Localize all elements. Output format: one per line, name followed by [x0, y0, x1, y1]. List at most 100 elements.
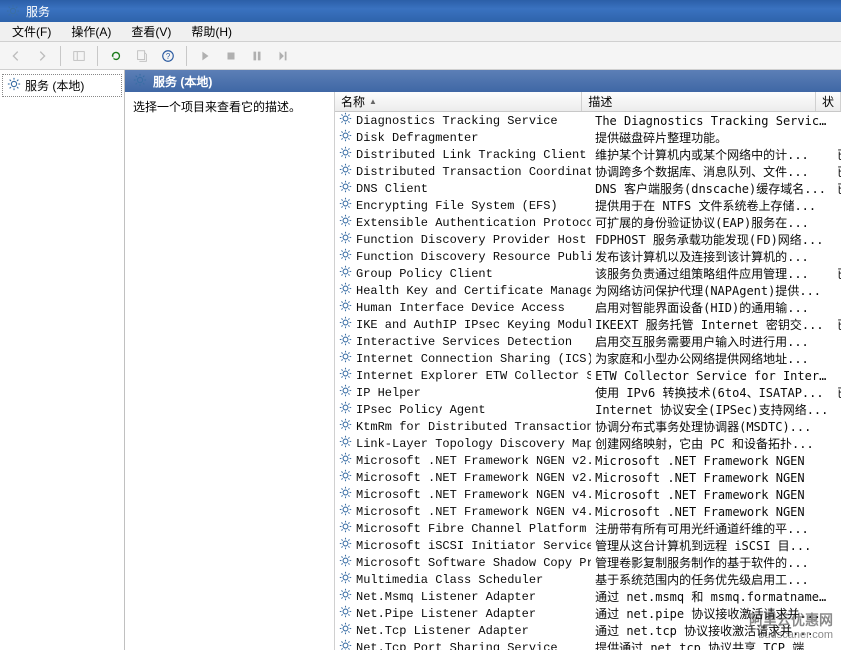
service-row[interactable]: Disk Defragmenter提供磁盘碎片整理功能。 [335, 129, 841, 146]
service-row[interactable]: Function Discovery Provider HostFDPHOST … [335, 231, 841, 248]
service-name: Microsoft .NET Framework NGEN v2.0.50... [356, 471, 591, 485]
service-row[interactable]: Distributed Link Tracking Client维护某个计算机内… [335, 146, 841, 163]
service-name: Diagnostics Tracking Service [356, 114, 558, 128]
service-name: IPsec Policy Agent [356, 403, 486, 417]
split-panes: 选择一个项目来查看它的描述。 名称 ▲ 描述 状 Diagnostics Tra… [125, 92, 841, 650]
service-name: Microsoft Software Shadow Copy Provider [356, 556, 591, 570]
gear-icon [339, 316, 352, 333]
list-pane[interactable]: 名称 ▲ 描述 状 Diagnostics Tracking ServiceTh… [335, 92, 841, 650]
service-row[interactable]: Microsoft Fibre Channel Platform Regi...… [335, 520, 841, 537]
gear-icon [339, 554, 352, 571]
service-row[interactable]: IPsec Policy AgentInternet 协议安全(IPSec)支持… [335, 401, 841, 418]
restart-button [271, 45, 295, 67]
service-status: 已 [833, 316, 841, 333]
service-row[interactable]: KtmRm for Distributed Transaction Coo...… [335, 418, 841, 435]
service-row[interactable]: Net.Msmq Listener Adapter通过 net.msmq 和 m… [335, 588, 841, 605]
service-row[interactable]: Encrypting File System (EFS)提供用于在 NTFS 文… [335, 197, 841, 214]
gear-icon [339, 214, 352, 231]
gear-icon [339, 333, 352, 350]
service-name: IP Helper [356, 386, 421, 400]
menu-file[interactable]: 文件(F) [4, 21, 59, 42]
body-area: 服务 (本地) 服务 (本地) 选择一个项目来查看它的描述。 名称 ▲ 描述 [0, 70, 841, 650]
service-name: Net.Pipe Listener Adapter [356, 607, 536, 621]
service-row[interactable]: Microsoft .NET Framework NGEN v4.0.30...… [335, 503, 841, 520]
gear-icon [339, 384, 352, 401]
service-row[interactable]: IP Helper使用 IPv6 转换技术(6to4、ISATAP...已 [335, 384, 841, 401]
gear-icon [339, 571, 352, 588]
service-row[interactable]: Group Policy Client该服务负责通过组策略组件应用管理...已 [335, 265, 841, 282]
back-button [4, 45, 28, 67]
service-name: Disk Defragmenter [356, 131, 478, 145]
column-header-status[interactable]: 状 [816, 92, 841, 111]
service-name: Internet Connection Sharing (ICS) [356, 352, 591, 366]
service-row[interactable]: Multimedia Class Scheduler 基于系统范围内的任务优先级启… [335, 571, 841, 588]
service-desc: 通过 net.msmq 和 msmq.formatname... [591, 588, 833, 605]
service-row[interactable]: Microsoft .NET Framework NGEN v4.0.30...… [335, 486, 841, 503]
service-desc: 提供用于在 NTFS 文件系统卷上存储... [591, 197, 833, 214]
service-desc: Microsoft .NET Framework NGEN [591, 488, 833, 502]
gear-icon [339, 180, 352, 197]
gear-icon [339, 418, 352, 435]
service-name: Extensible Authentication Protocol [356, 216, 591, 230]
service-row[interactable]: Link-Layer Topology Discovery Mapper创建网络… [335, 435, 841, 452]
service-desc: 通过 net.tcp 协议接收激活请求并... [591, 622, 833, 639]
service-row[interactable]: Internet Connection Sharing (ICS)为家庭和小型办… [335, 350, 841, 367]
start-button [193, 45, 217, 67]
service-desc: Microsoft .NET Framework NGEN [591, 505, 833, 519]
service-name: Interactive Services Detection [356, 335, 572, 349]
service-row[interactable]: Microsoft .NET Framework NGEN v2.0.50...… [335, 452, 841, 469]
service-row[interactable]: Extensible Authentication Protocol可扩展的身份… [335, 214, 841, 231]
service-name: Microsoft .NET Framework NGEN v4.0.30... [356, 505, 591, 519]
service-row[interactable]: Net.Pipe Listener Adapter通过 net.pipe 协议接… [335, 605, 841, 622]
service-row[interactable]: IKE and AuthIP IPsec Keying ModulesIKEEX… [335, 316, 841, 333]
gear-icon [339, 588, 352, 605]
service-name: Group Policy Client [356, 267, 493, 281]
column-header-name[interactable]: 名称 ▲ [335, 92, 582, 111]
service-row[interactable]: DNS ClientDNS 客户端服务(dnscache)缓存域名...已 [335, 180, 841, 197]
service-row[interactable]: Interactive Services Detection 启用交互服务需要用户… [335, 333, 841, 350]
menu-action[interactable]: 操作(A) [63, 21, 119, 42]
service-row[interactable]: Human Interface Device Access启用对智能界面设备(H… [335, 299, 841, 316]
service-name: Microsoft iSCSI Initiator Service [356, 539, 591, 553]
service-row[interactable]: Microsoft .NET Framework NGEN v2.0.50...… [335, 469, 841, 486]
service-name: Internet Explorer ETW Collector Service [356, 369, 591, 383]
service-desc: 协调跨多个数据库、消息队列、文件... [591, 163, 833, 180]
service-desc: 协调分布式事务处理协调器(MSDTC)... [591, 418, 833, 435]
gear-icon [339, 299, 352, 316]
column-header-desc[interactable]: 描述 [582, 92, 816, 111]
service-row[interactable]: Distributed Transaction Coordinator协调跨多个… [335, 163, 841, 180]
service-status: 已 [833, 146, 841, 163]
service-name: Multimedia Class Scheduler [356, 573, 543, 587]
export-button [130, 45, 154, 67]
service-name: Link-Layer Topology Discovery Mapper [356, 437, 591, 451]
service-desc: 管理从这台计算机到远程 iSCSI 目... [591, 537, 833, 554]
service-name: DNS Client [356, 182, 428, 196]
service-row[interactable]: Microsoft Software Shadow Copy Provider管… [335, 554, 841, 571]
service-row[interactable]: Function Discovery Resource Publication发… [335, 248, 841, 265]
gear-icon [339, 129, 352, 146]
service-name: Microsoft .NET Framework NGEN v2.0.50... [356, 454, 591, 468]
tree-root-label: 服务 (本地) [25, 77, 84, 94]
service-row[interactable]: Net.Tcp Listener Adapter通过 net.tcp 协议接收激… [335, 622, 841, 639]
service-row[interactable]: Diagnostics Tracking ServiceThe Diagnost… [335, 112, 841, 129]
service-row[interactable]: Net.Tcp Port Sharing Service提供通过 net.tcp… [335, 639, 841, 650]
service-status: 已 [833, 265, 841, 282]
gear-icon [339, 197, 352, 214]
gear-icon [339, 401, 352, 418]
gear-icon [339, 265, 352, 282]
menu-help[interactable]: 帮助(H) [183, 21, 240, 42]
gear-icon [7, 77, 21, 94]
service-desc: 注册带有所有可用光纤通道纤维的平... [591, 520, 833, 537]
service-desc: 启用对智能界面设备(HID)的通用输... [591, 299, 833, 316]
service-row[interactable]: Health Key and Certificate Management为网络… [335, 282, 841, 299]
service-row[interactable]: Microsoft iSCSI Initiator Service管理从这台计算… [335, 537, 841, 554]
service-row[interactable]: Internet Explorer ETW Collector ServiceE… [335, 367, 841, 384]
service-name: KtmRm for Distributed Transaction Coo... [356, 420, 591, 434]
service-desc: 基于系统范围内的任务优先级启用工... [591, 571, 833, 588]
help-button[interactable]: ? [156, 45, 180, 67]
tree-root-item[interactable]: 服务 (本地) [2, 74, 122, 97]
refresh-button[interactable] [104, 45, 128, 67]
menu-view[interactable]: 查看(V) [123, 21, 179, 42]
service-desc: 启用交互服务需要用户输入时进行用... [591, 333, 833, 350]
service-desc: 使用 IPv6 转换技术(6to4、ISATAP... [591, 384, 833, 401]
